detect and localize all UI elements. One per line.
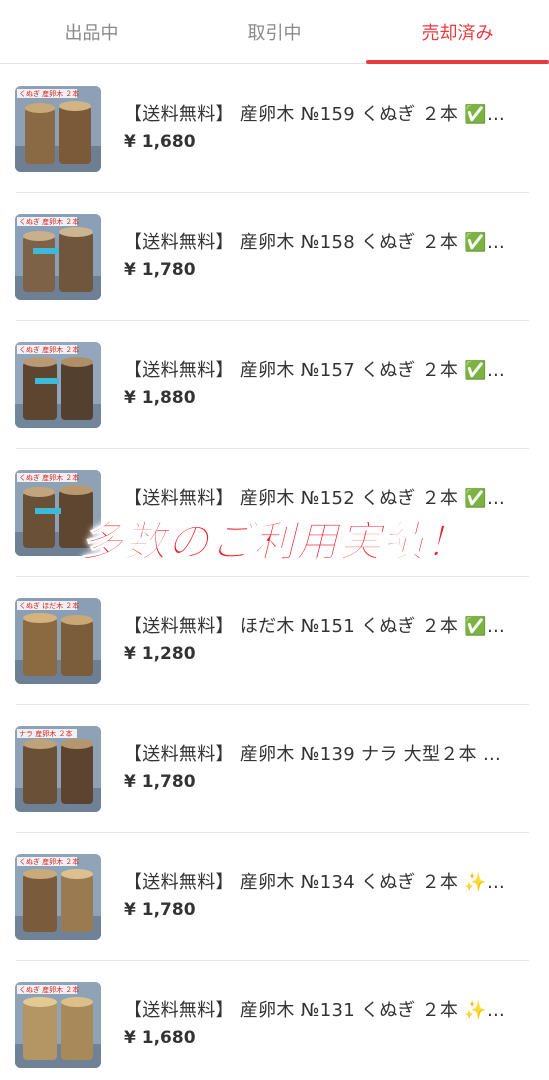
log-photo: くぬぎ 産卵木 ２本: [15, 214, 101, 300]
item-thumbnail: くぬぎ 産卵木 ２本: [15, 470, 101, 556]
thumb-caption: くぬぎ 産卵木 ２本: [19, 89, 79, 98]
item-title: 【送料無料】 産卵木 №152 くぬぎ ２本 ✅…: [124, 488, 506, 509]
list-item[interactable]: くぬぎ 産卵木 ２本 【送料無料】 産卵木 №152 くぬぎ ２本 ✅…: [0, 449, 549, 577]
tab-bar: 出品中 取引中 売却済み: [0, 0, 549, 64]
item-title: 【送料無料】 産卵木 №158 くぬぎ ２本 ✅…: [124, 232, 506, 253]
log-photo: ナラ 産卵木 ２本: [15, 726, 101, 812]
list-item[interactable]: くぬぎ 産卵木 ２本 【送料無料】 産卵木 №157 くぬぎ ２本 ✅… ¥ 1…: [0, 321, 549, 449]
item-price: ¥ 1,680: [124, 132, 196, 152]
item-price: ¥ 1,780: [124, 900, 196, 920]
log-photo: くぬぎ 産卵木 ２本: [15, 86, 101, 172]
item-title: 【送料無料】 産卵木 №131 くぬぎ ２本 ✨…: [124, 1000, 506, 1021]
item-price: ¥ 1,280: [124, 644, 196, 664]
thumb-caption: ナラ 産卵木 ２本: [19, 729, 72, 738]
log-photo: くぬぎ 産卵木 ２本: [15, 854, 101, 940]
list-item[interactable]: くぬぎ 産卵木 ２本 【送料無料】 産卵木 №159 くぬぎ ２本 ✅… ¥ 1…: [0, 65, 549, 193]
tab-listing[interactable]: 出品中: [0, 0, 183, 63]
thumb-caption: くぬぎ ほだ木 ２本: [19, 601, 79, 610]
log-photo: くぬぎ 産卵木 ２本: [15, 982, 101, 1068]
log-photo: くぬぎ 産卵木 ２本: [15, 342, 101, 428]
item-price: ¥ 1,880: [124, 388, 196, 408]
tab-sold[interactable]: 売却済み: [366, 0, 549, 64]
item-title: 【送料無料】 産卵木 №134 くぬぎ ２本 ✨…: [124, 872, 506, 893]
list-item[interactable]: くぬぎ ほだ木 ２本 【送料無料】 ほだ木 №151 くぬぎ ２本 ✅… ¥ 1…: [0, 577, 549, 705]
thumb-caption: くぬぎ 産卵木 ２本: [19, 217, 79, 226]
tab-in-progress[interactable]: 取引中: [183, 0, 366, 63]
item-thumbnail: くぬぎ 産卵木 ２本: [15, 982, 101, 1068]
item-title: 【送料無料】 産卵木 №157 くぬぎ ２本 ✅…: [124, 360, 506, 381]
list-item[interactable]: ナラ 産卵木 ２本 【送料無料】 産卵木 №139 ナラ 大型２本 … ¥ 1,…: [0, 705, 549, 833]
log-photo: くぬぎ 産卵木 ２本: [15, 470, 101, 556]
item-price: ¥ 1,780: [124, 260, 196, 280]
item-thumbnail: ナラ 産卵木 ２本: [15, 726, 101, 812]
item-thumbnail: くぬぎ 産卵木 ２本: [15, 342, 101, 428]
item-thumbnail: くぬぎ 産卵木 ２本: [15, 214, 101, 300]
list-item[interactable]: くぬぎ 産卵木 ２本 【送料無料】 産卵木 №158 くぬぎ ２本 ✅… ¥ 1…: [0, 193, 549, 321]
item-thumbnail: くぬぎ 産卵木 ２本: [15, 86, 101, 172]
sold-items-list: くぬぎ 産卵木 ２本 【送料無料】 産卵木 №159 くぬぎ ２本 ✅… ¥ 1…: [0, 65, 549, 1080]
item-title: 【送料無料】 産卵木 №159 くぬぎ ２本 ✅…: [124, 104, 506, 125]
log-photo: くぬぎ ほだ木 ２本: [15, 598, 101, 684]
item-price: ¥ 1,680: [124, 1028, 196, 1048]
thumb-caption: くぬぎ 産卵木 ２本: [19, 345, 79, 354]
item-thumbnail: くぬぎ ほだ木 ２本: [15, 598, 101, 684]
list-item[interactable]: くぬぎ 産卵木 ２本 【送料無料】 産卵木 №131 くぬぎ ２本 ✨… ¥ 1…: [0, 961, 549, 1080]
list-item[interactable]: くぬぎ 産卵木 ２本 【送料無料】 産卵木 №134 くぬぎ ２本 ✨… ¥ 1…: [0, 833, 549, 961]
item-price: ¥ 1,780: [124, 772, 196, 792]
thumb-caption: くぬぎ 産卵木 ２本: [19, 473, 79, 482]
item-title: 【送料無料】 ほだ木 №151 くぬぎ ２本 ✅…: [124, 616, 506, 637]
thumb-caption: くぬぎ 産卵木 ２本: [19, 985, 79, 994]
item-title: 【送料無料】 産卵木 №139 ナラ 大型２本 …: [124, 744, 502, 765]
item-thumbnail: くぬぎ 産卵木 ２本: [15, 854, 101, 940]
thumb-caption: くぬぎ 産卵木 ２本: [19, 857, 79, 866]
